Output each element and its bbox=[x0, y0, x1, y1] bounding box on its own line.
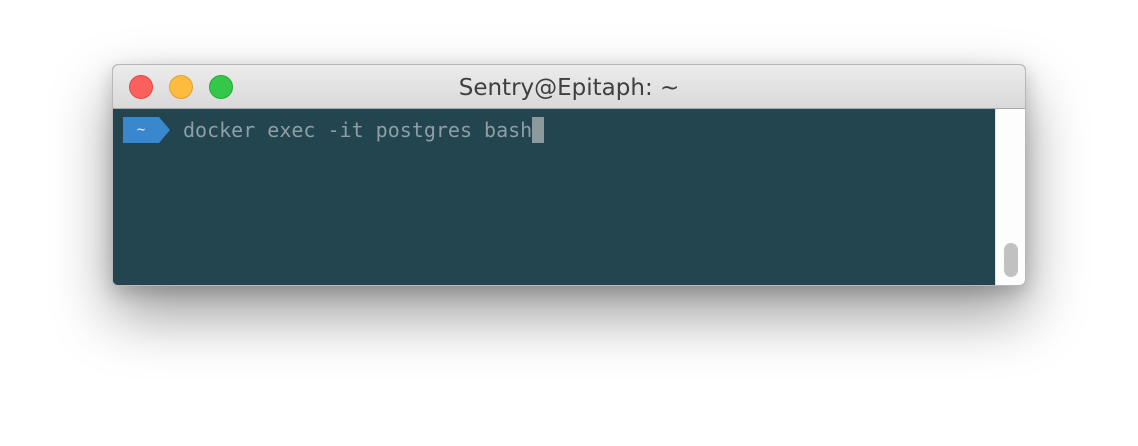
title-bar[interactable]: Sentry@Epitaph: ~ bbox=[113, 65, 1025, 109]
window-title: Sentry@Epitaph: ~ bbox=[458, 75, 680, 101]
scrollbar-thumb[interactable] bbox=[1004, 243, 1018, 277]
vertical-scrollbar[interactable] bbox=[995, 109, 1025, 285]
text-cursor bbox=[532, 117, 545, 143]
terminal-window: Sentry@Epitaph: ~ ~ docker exec -it post… bbox=[112, 64, 1026, 286]
command-text: docker exec -it postgres bash bbox=[183, 118, 533, 142]
command-line[interactable]: docker exec -it postgres bash bbox=[183, 117, 545, 143]
prompt-directory: ~ bbox=[123, 117, 159, 143]
chevron-right-icon bbox=[159, 117, 170, 143]
terminal-content[interactable]: ~ docker exec -it postgres bash bbox=[113, 109, 997, 285]
